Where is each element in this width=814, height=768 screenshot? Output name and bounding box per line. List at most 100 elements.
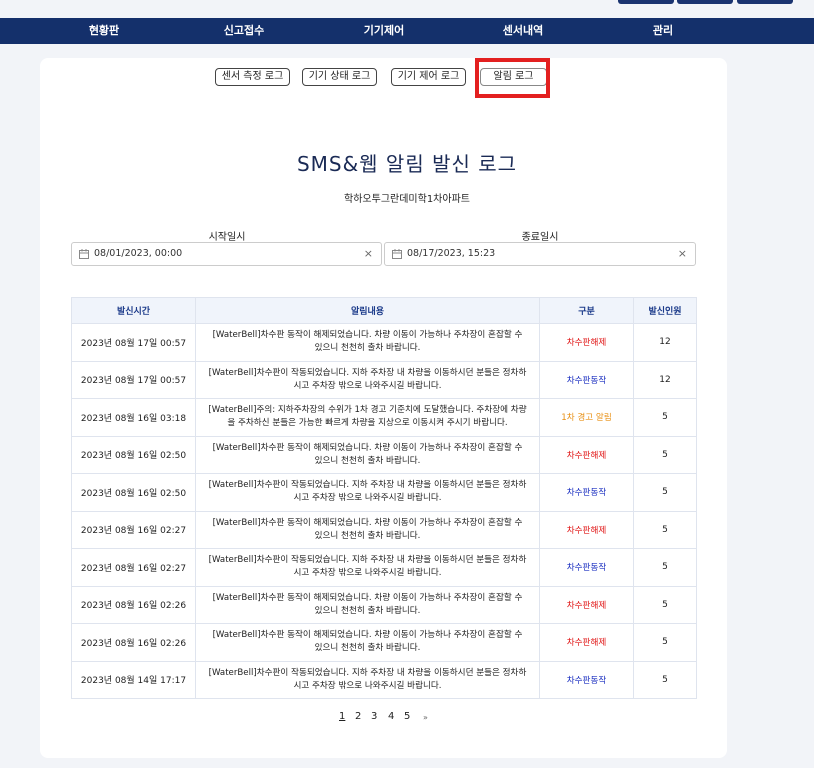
message-line: 있으니 천천히 출차 바랍니다. xyxy=(314,643,421,654)
next-page-button[interactable]: » xyxy=(423,713,428,722)
cell-message: [WaterBell]차수판 동작이 해제되었습니다. 차량 이동이 가능하나 … xyxy=(195,323,540,362)
alert-log-table: 발신시간 알림내용 구분 발신인원 2023년 08월 17일 00:57 [Wa… xyxy=(71,297,697,699)
nav-item-device-control[interactable]: 기기제어 xyxy=(364,18,404,44)
cell-recipient-count: 5 xyxy=(633,623,697,662)
clear-start-date-icon[interactable]: × xyxy=(364,243,373,265)
table-row: 2023년 08월 14일 17:17 [WaterBell]차수판이 작동되었습… xyxy=(71,660,697,699)
cell-type: 차수판동작 xyxy=(539,473,634,512)
page-link-1[interactable]: 1 xyxy=(339,711,345,722)
cell-recipient-count: 5 xyxy=(633,548,697,587)
table-header-row: 발신시간 알림내용 구분 발신인원 xyxy=(71,297,697,324)
cell-send-time: 2023년 08월 17일 00:57 xyxy=(71,323,196,362)
main-navbar: 현황판 신고접수 기기제어 센서내역 관리 xyxy=(0,18,814,44)
cell-message: [WaterBell]차수판이 작동되었습니다. 지하 주차장 내 차량을 이동… xyxy=(195,473,540,512)
message-line: [WaterBell]차수판이 작동되었습니다. 지하 주차장 내 차량을 이동… xyxy=(208,480,527,491)
cell-type: 1차 경고 알림 xyxy=(539,398,634,437)
nav-item-dashboard[interactable]: 현황판 xyxy=(89,18,119,44)
cell-message: [WaterBell]차수판 동작이 해제되었습니다. 차량 이동이 가능하나 … xyxy=(195,510,540,549)
cell-message: [WaterBell]주의: 지하주차장의 수위가 1차 경고 기준치에 도달했… xyxy=(195,398,540,437)
table-row: 2023년 08월 16일 02:26 [WaterBell]차수판 동작이 해제… xyxy=(71,623,697,662)
cell-send-time: 2023년 08월 16일 02:27 xyxy=(71,548,196,587)
page-link-2[interactable]: 2 xyxy=(355,711,361,722)
start-date-value: 08/01/2023, 00:00 xyxy=(94,248,183,259)
cell-message: [WaterBell]차수판이 작동되었습니다. 지하 주차장 내 차량을 이동… xyxy=(195,548,540,587)
start-date-field[interactable]: 08/01/2023, 00:00 × xyxy=(71,242,382,266)
message-line: [WaterBell]주의: 지하주차장의 수위가 1차 경고 기준치에 도달했… xyxy=(208,405,527,416)
cell-recipient-count: 12 xyxy=(633,323,697,362)
cell-send-time: 2023년 08월 16일 03:18 xyxy=(71,398,196,437)
page-link-3[interactable]: 3 xyxy=(371,711,377,722)
table-row: 2023년 08월 17일 00:57 [WaterBell]차수판 동작이 해제… xyxy=(71,323,697,362)
cell-recipient-count: 5 xyxy=(633,473,697,512)
message-line: 있으니 천천히 출차 바랍니다. xyxy=(314,530,421,541)
cell-message: [WaterBell]차수판 동작이 해제되었습니다. 차량 이동이 가능하나 … xyxy=(195,585,540,624)
message-line: 시고 주차장 밖으로 나와주시길 바랍니다. xyxy=(293,680,442,691)
apartment-name: 학하오투그란데미학1차아파트 xyxy=(344,194,470,205)
message-line: 있으니 천천히 출차 바랍니다. xyxy=(314,455,421,466)
top-button[interactable] xyxy=(677,0,733,4)
cell-send-time: 2023년 08월 16일 02:27 xyxy=(71,510,196,549)
cell-type: 차수판해제 xyxy=(539,510,634,549)
tab-device-status-log[interactable]: 기기 상태 로그 xyxy=(302,68,377,86)
message-line: 시고 주차장 밖으로 나와주시길 바랍니다. xyxy=(293,493,442,504)
table-row: 2023년 08월 16일 02:27 [WaterBell]차수판이 작동되었습… xyxy=(71,548,697,587)
top-strip xyxy=(0,0,814,18)
cell-recipient-count: 5 xyxy=(633,398,697,437)
message-line: [WaterBell]차수판 동작이 해제되었습니다. 차량 이동이 가능하나 … xyxy=(212,330,523,341)
page-title: SMS&웹 알림 발신 로그 xyxy=(296,152,518,176)
cell-message: [WaterBell]차수판이 작동되었습니다. 지하 주차장 내 차량을 이동… xyxy=(195,360,540,399)
cell-send-time: 2023년 08월 16일 02:26 xyxy=(71,623,196,662)
cell-message: [WaterBell]차수판이 작동되었습니다. 지하 주차장 내 차량을 이동… xyxy=(195,660,540,699)
cell-message: [WaterBell]차수판 동작이 해제되었습니다. 차량 이동이 가능하나 … xyxy=(195,623,540,662)
tab-sensor-log[interactable]: 센서 측정 로그 xyxy=(215,68,290,86)
cell-send-time: 2023년 08월 17일 00:57 xyxy=(71,360,196,399)
cell-type: 차수판해제 xyxy=(539,323,634,362)
top-button[interactable] xyxy=(737,0,793,4)
log-subtabs: 센서 측정 로그 기기 상태 로그 기기 제어 로그 알림 로그 xyxy=(0,68,814,88)
message-line: 시고 주차장 밖으로 나와주시길 바랍니다. xyxy=(293,380,442,391)
col-header-send-time: 발신시간 xyxy=(71,297,196,324)
message-line: 을 주차하신 분들은 가능한 빠르게 차량을 지상으로 이동시켜 주시기 바랍니… xyxy=(227,418,508,429)
end-date-value: 08/17/2023, 15:23 xyxy=(407,248,496,259)
nav-item-reports[interactable]: 신고접수 xyxy=(224,18,264,44)
table-row: 2023년 08월 16일 02:50 [WaterBell]차수판 동작이 해제… xyxy=(71,435,697,474)
message-line: [WaterBell]차수판 동작이 해제되었습니다. 차량 이동이 가능하나 … xyxy=(212,630,523,641)
message-line: 있으니 천천히 출차 바랍니다. xyxy=(314,343,421,354)
cell-send-time: 2023년 08월 14일 17:17 xyxy=(71,660,196,699)
cell-send-time: 2023년 08월 16일 02:50 xyxy=(71,435,196,474)
message-line: 시고 주차장 밖으로 나와주시길 바랍니다. xyxy=(293,568,442,579)
top-button[interactable] xyxy=(618,0,674,4)
cell-type: 차수판해제 xyxy=(539,435,634,474)
nav-item-admin[interactable]: 관리 xyxy=(653,18,673,44)
cell-type: 차수판해제 xyxy=(539,585,634,624)
clear-end-date-icon[interactable]: × xyxy=(678,243,687,265)
cell-type: 차수판동작 xyxy=(539,548,634,587)
nav-item-sensor-history[interactable]: 센서내역 xyxy=(503,18,543,44)
cell-recipient-count: 5 xyxy=(633,660,697,699)
pagination: 1 2 3 4 5 » xyxy=(0,711,814,725)
start-date-label: 시작일시 xyxy=(208,232,246,243)
selected-tab-highlight xyxy=(475,58,550,98)
message-line: [WaterBell]차수판 동작이 해제되었습니다. 차량 이동이 가능하나 … xyxy=(212,592,523,603)
cell-type: 차수판동작 xyxy=(539,660,634,699)
end-date-field[interactable]: 08/17/2023, 15:23 × xyxy=(384,242,696,266)
tab-device-control-log[interactable]: 기기 제어 로그 xyxy=(391,68,466,86)
table-row: 2023년 08월 16일 02:27 [WaterBell]차수판 동작이 해제… xyxy=(71,510,697,549)
message-line: [WaterBell]차수판이 작동되었습니다. 지하 주차장 내 차량을 이동… xyxy=(208,367,527,378)
col-header-recipients: 발신인원 xyxy=(633,297,697,324)
table-row: 2023년 08월 17일 00:57 [WaterBell]차수판이 작동되었습… xyxy=(71,360,697,399)
page-link-4[interactable]: 4 xyxy=(388,711,394,722)
page-link-5[interactable]: 5 xyxy=(404,711,410,722)
cell-recipient-count: 5 xyxy=(633,435,697,474)
table-row: 2023년 08월 16일 02:26 [WaterBell]차수판 동작이 해제… xyxy=(71,585,697,624)
cell-recipient-count: 12 xyxy=(633,360,697,399)
table-row: 2023년 08월 16일 03:18 [WaterBell]주의: 지하주차장의… xyxy=(71,398,697,437)
cell-recipient-count: 5 xyxy=(633,585,697,624)
end-date-label: 종료일시 xyxy=(521,232,559,243)
col-header-message: 알림내용 xyxy=(195,297,540,324)
cell-message: [WaterBell]차수판 동작이 해제되었습니다. 차량 이동이 가능하나 … xyxy=(195,435,540,474)
col-header-type: 구분 xyxy=(539,297,634,324)
message-line: [WaterBell]차수판 동작이 해제되었습니다. 차량 이동이 가능하나 … xyxy=(212,442,523,453)
calendar-icon xyxy=(392,249,402,259)
table-row: 2023년 08월 16일 02:50 [WaterBell]차수판이 작동되었습… xyxy=(71,473,697,512)
